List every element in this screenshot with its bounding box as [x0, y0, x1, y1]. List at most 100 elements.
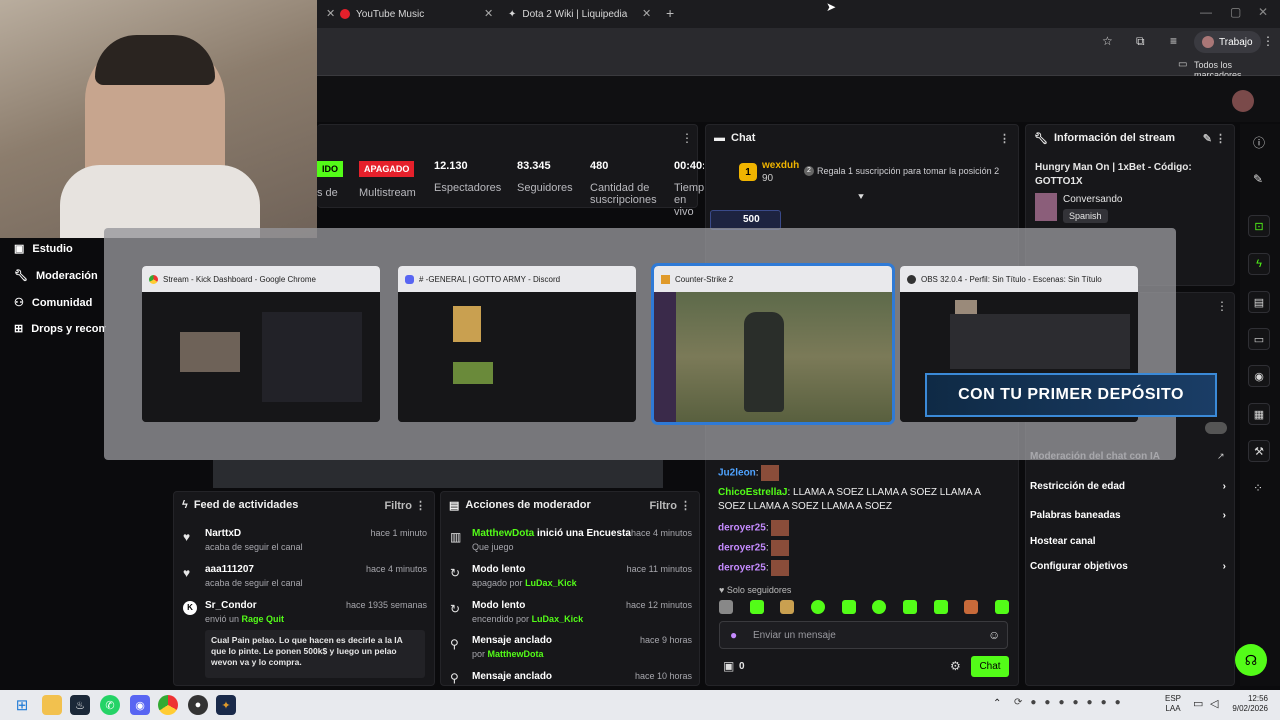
points-icon: ▣: [723, 659, 735, 673]
star-icon[interactable]: ☆: [1102, 34, 1113, 48]
whatsapp-icon[interactable]: ✆: [100, 695, 120, 715]
wrench-icon[interactable]: ⚒: [1248, 440, 1270, 462]
avatar[interactable]: [1232, 90, 1254, 112]
extensions-icon[interactable]: ⧉: [1136, 34, 1145, 49]
chat-input[interactable]: ● Enviar un mensaje ☺: [719, 621, 1008, 649]
chat-message: deroyer25:: [718, 520, 790, 536]
banned-words-row[interactable]: Palabras baneadas ›: [1030, 510, 1226, 521]
leader-name[interactable]: wexduh: [762, 160, 799, 171]
chat-message: ChicoEstrellaJ: LLAMA A SOEZ LLAMA A SOE…: [718, 487, 981, 512]
discord-icon[interactable]: ◉: [130, 695, 150, 715]
menu-icon[interactable]: ⋮: [1262, 34, 1274, 48]
media-icon[interactable]: ≡: [1170, 34, 1177, 48]
tab-label: Dota 2 Wiki | Liquipedia: [522, 8, 628, 20]
send-chat-button[interactable]: Chat: [971, 656, 1009, 677]
close-window-icon[interactable]: ✕: [1258, 5, 1268, 19]
filter-button[interactable]: Filtro ⋮: [649, 499, 691, 512]
chevron-right-icon: ›: [1222, 510, 1226, 521]
tab-youtube-music[interactable]: YouTube Music: [340, 3, 495, 25]
category-label[interactable]: Conversando: [1063, 194, 1122, 205]
folder-icon: ▭: [1178, 59, 1188, 70]
activity-item: ♥ aaa111207 acaba de seguir el canal hace…: [183, 564, 427, 588]
pinned-gift[interactable]: 500: [710, 210, 781, 230]
category-thumbnail: [1035, 193, 1057, 221]
clock[interactable]: 12:56 9/02/2026: [1232, 694, 1268, 714]
wrench-icon: 🔧︎: [14, 270, 28, 282]
tray-arrow-icon[interactable]: ⌃: [993, 698, 1001, 709]
filter-button[interactable]: Filtro ⋮: [384, 499, 426, 512]
emote-bar[interactable]: [719, 600, 1009, 616]
obs-icon[interactable]: ●: [188, 695, 208, 715]
settings-icon[interactable]: ⚙: [950, 659, 961, 673]
collapse-icon[interactable]: ⯆: [857, 192, 865, 203]
broadcast-icon[interactable]: ◉: [1248, 365, 1270, 387]
window-switcher: Stream - Kick Dashboard - Google Chrome …: [104, 228, 1176, 460]
document-icon[interactable]: ▤: [1248, 291, 1270, 313]
new-tab-button[interactable]: +: [666, 5, 674, 21]
gift-prompt[interactable]: Regala 1 suscripción para tomar la posic…: [817, 166, 999, 176]
age-restriction-row[interactable]: Restricción de edad ›: [1030, 481, 1226, 492]
sidebar-item-estudio[interactable]: ▣ Estudio: [14, 242, 73, 256]
layout-icon[interactable]: ▦: [1248, 403, 1270, 425]
language-tag: Spanish: [1063, 209, 1108, 223]
support-button[interactable]: ☊: [1235, 644, 1267, 676]
maximize-icon[interactable]: ▢: [1230, 5, 1241, 19]
bolt-icon[interactable]: ϟ: [1248, 253, 1270, 275]
list-icon: ▤: [449, 499, 460, 512]
profile-button[interactable]: Trabajo: [1194, 31, 1261, 53]
activity-item: ♥ NarttxD acaba de seguir el canal hace 1…: [183, 528, 427, 552]
mod-action-item: ▥ MatthewDota inició una Encuesta Que jue…: [450, 528, 692, 552]
info-icon[interactable]: ⓘ: [1253, 134, 1265, 151]
host-channel-row[interactable]: Hostear canal: [1030, 536, 1226, 547]
leader-amount: 90: [762, 173, 774, 184]
close-icon[interactable]: ✕: [326, 7, 335, 20]
multistream-badge[interactable]: APAGADO: [359, 161, 415, 177]
edit-icon[interactable]: ✎: [1253, 172, 1263, 186]
sidebar-item-drops[interactable]: ⊞ Drops y recom: [14, 322, 106, 336]
more-options-icon[interactable]: ⋮: [1216, 299, 1228, 313]
live-time-stat: 00:40:Tiempo en vivo: [674, 160, 704, 218]
sidebar-item-comunidad[interactable]: ⚇ Comunidad: [14, 296, 92, 310]
chrome-icon[interactable]: [158, 695, 178, 715]
language-indicator[interactable]: ESP LAA: [1165, 694, 1181, 714]
minimize-icon[interactable]: —: [1200, 5, 1212, 19]
apps-icon[interactable]: ⁘: [1253, 481, 1263, 495]
chat-message: Ju2leon:: [718, 465, 780, 481]
cs2-icon[interactable]: ✦: [216, 695, 236, 715]
emoji-icon[interactable]: ☺: [988, 628, 1000, 642]
tab-liquipedia[interactable]: ✦ Dota 2 Wiki | Liquipedia: [508, 3, 658, 25]
chat-input-placeholder: Enviar un mensaje: [753, 630, 836, 641]
discord-icon: [405, 274, 414, 284]
volume-icon[interactable]: ◁: [1210, 697, 1218, 710]
more-options-icon[interactable]: ⋮: [681, 131, 693, 145]
obs-icon: [907, 274, 916, 284]
steam-icon[interactable]: ♨: [70, 695, 90, 715]
switcher-window-discord[interactable]: # -GENERAL | GOTTO ARMY - Discord: [398, 266, 636, 422]
switcher-window-cs2[interactable]: Counter-Strike 2: [651, 263, 895, 425]
more-options-icon[interactable]: ⋮: [999, 132, 1010, 145]
focus-icon[interactable]: ⊡: [1248, 215, 1270, 237]
activity-message: Cual Pain pelao. Lo que hacen es decirle…: [205, 630, 425, 678]
toggle-switch[interactable]: [1205, 422, 1227, 434]
close-icon[interactable]: ✕: [484, 7, 493, 20]
mod-action-item: ↻ Modo lento encendido por LuDax_Kick hac…: [450, 600, 692, 624]
goals-row[interactable]: Configurar objetivos ›: [1030, 561, 1226, 572]
external-link-icon[interactable]: ↗: [1217, 451, 1225, 462]
network-icon[interactable]: ▭: [1193, 697, 1203, 710]
studio-icon: ▣: [14, 243, 25, 255]
tray-icons[interactable]: ⟳●●●●●●●: [1014, 697, 1129, 708]
close-icon[interactable]: ✕: [642, 7, 651, 20]
chat-bubble-icon[interactable]: ▭: [1248, 328, 1270, 350]
wrench-icon: 🔧︎: [1034, 132, 1048, 145]
points-value: 0: [739, 661, 745, 672]
switcher-window-chrome[interactable]: Stream - Kick Dashboard - Google Chrome: [142, 266, 380, 422]
edit-icon[interactable]: ✎ ⋮: [1203, 132, 1226, 145]
sidebar-item-moderacion[interactable]: 🔧︎ Moderación: [14, 269, 98, 283]
poll-icon: ▥: [450, 530, 462, 544]
windows-taskbar: ⊞ ♨ ✆ ◉ ● ✦ ⌃ ⟳●●●●●●● ESP LAA ▭ ◁ 12:56 9…: [0, 690, 1280, 720]
file-explorer-icon[interactable]: [42, 695, 62, 715]
viewers-stat: 12.130 Espectadores: [434, 160, 502, 194]
partial-label: s de: [317, 187, 338, 199]
windows-start-icon[interactable]: ⊞: [12, 695, 32, 715]
heart-icon: ♥: [183, 530, 191, 544]
